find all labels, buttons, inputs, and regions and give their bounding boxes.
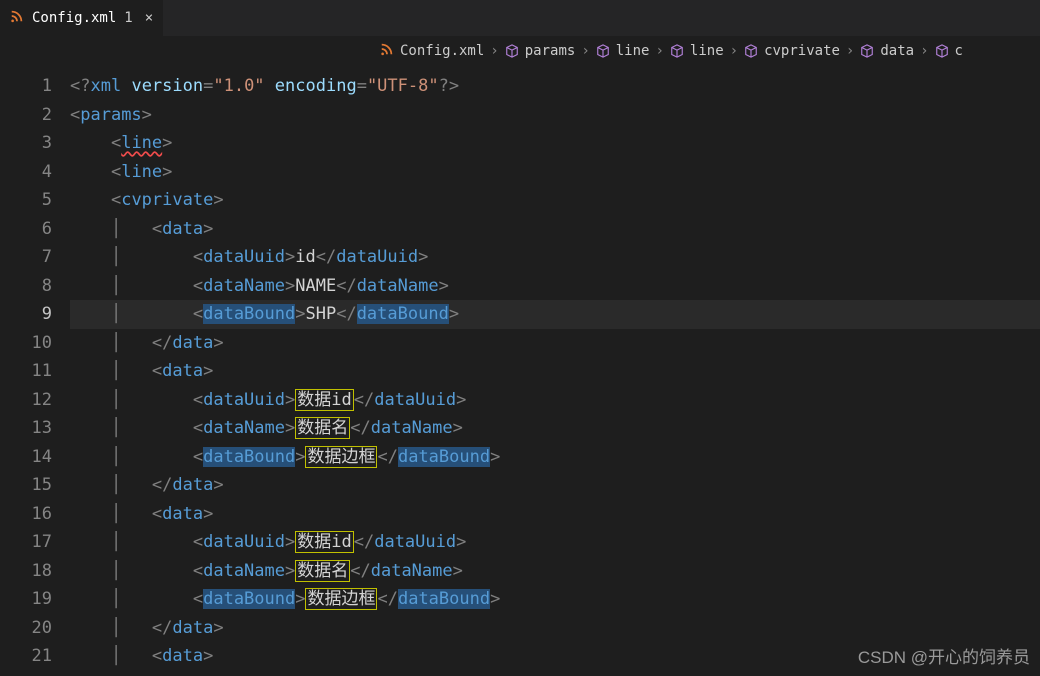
code-line[interactable]: <cvprivate> [70, 186, 1040, 215]
line-number: 15 [0, 471, 52, 500]
line-number: 7 [0, 243, 52, 272]
line-number: 20 [0, 614, 52, 643]
watermark-text: CSDN @开心的饲养员 [858, 643, 1030, 668]
line-number: 12 [0, 386, 52, 415]
code-line[interactable]: │ <data> [70, 500, 1040, 529]
tab-title: Config.xml [32, 10, 116, 26]
code-editor[interactable]: 123456789101112131415161718192021 <?xml … [0, 66, 1040, 676]
code-line[interactable]: │ <dataUuid>数据id</dataUuid> [70, 528, 1040, 557]
cube-icon [935, 44, 949, 58]
line-number-gutter: 123456789101112131415161718192021 [0, 66, 70, 676]
line-number: 11 [0, 357, 52, 386]
line-number: 17 [0, 528, 52, 557]
code-line[interactable]: <line> [70, 129, 1040, 158]
breadcrumb-item[interactable]: line [616, 43, 650, 59]
code-line[interactable]: │ <dataUuid>id</dataUuid> [70, 243, 1040, 272]
code-line[interactable]: │ </data> [70, 329, 1040, 358]
chevron-right-icon: › [730, 43, 738, 59]
breadcrumb[interactable]: Config.xml › params › line › line › cvpr… [0, 36, 1040, 66]
code-line[interactable]: │ <data> [70, 357, 1040, 386]
code-line[interactable]: <params> [70, 101, 1040, 130]
breadcrumb-item[interactable]: params [525, 43, 576, 59]
code-line[interactable]: <?xml version="1.0" encoding="UTF-8"?> [70, 72, 1040, 101]
code-line[interactable]: <line> [70, 158, 1040, 187]
tab-bar: Config.xml 1 × [0, 0, 1040, 36]
code-line[interactable]: │ <dataName>数据名</dataName> [70, 557, 1040, 586]
breadcrumb-item[interactable]: data [880, 43, 914, 59]
code-line[interactable]: │ <dataBound>数据边框</dataBound> [70, 443, 1040, 472]
tab-modified-indicator: 1 [124, 10, 132, 26]
cube-icon [505, 44, 519, 58]
line-number: 21 [0, 642, 52, 671]
line-number: 19 [0, 585, 52, 614]
breadcrumb-item[interactable]: line [690, 43, 724, 59]
line-number: 13 [0, 414, 52, 443]
chevron-right-icon: › [655, 43, 663, 59]
code-line[interactable]: │ <dataBound>数据边框</dataBound> [70, 585, 1040, 614]
line-number: 18 [0, 557, 52, 586]
code-line[interactable]: │ <dataBound>SHP</dataBound> [70, 300, 1040, 329]
line-number: 16 [0, 500, 52, 529]
line-number: 3 [0, 129, 52, 158]
chevron-right-icon: › [581, 43, 589, 59]
rss-icon [10, 9, 24, 27]
line-number: 6 [0, 215, 52, 244]
code-line[interactable]: │ <dataName>NAME</dataName> [70, 272, 1040, 301]
breadcrumb-item[interactable]: c [955, 43, 963, 59]
breadcrumb-item[interactable]: cvprivate [764, 43, 840, 59]
cube-icon [596, 44, 610, 58]
breadcrumb-file[interactable]: Config.xml [400, 43, 484, 59]
line-number: 14 [0, 443, 52, 472]
code-line[interactable]: │ <dataUuid>数据id</dataUuid> [70, 386, 1040, 415]
code-area[interactable]: <?xml version="1.0" encoding="UTF-8"?><p… [70, 66, 1040, 676]
chevron-right-icon: › [920, 43, 928, 59]
code-line[interactable]: │ </data> [70, 471, 1040, 500]
line-number: 9 [0, 300, 52, 329]
code-line[interactable]: │ <dataName>数据名</dataName> [70, 414, 1040, 443]
chevron-right-icon: › [846, 43, 854, 59]
line-number: 4 [0, 158, 52, 187]
line-number: 10 [0, 329, 52, 358]
close-icon[interactable]: × [145, 10, 153, 26]
rss-icon [380, 42, 394, 60]
code-line[interactable]: │ <data> [70, 215, 1040, 244]
line-number: 8 [0, 272, 52, 301]
chevron-right-icon: › [490, 43, 498, 59]
code-line[interactable]: │ </data> [70, 614, 1040, 643]
line-number: 5 [0, 186, 52, 215]
line-number: 2 [0, 101, 52, 130]
line-number: 1 [0, 72, 52, 101]
cube-icon [860, 44, 874, 58]
cube-icon [744, 44, 758, 58]
editor-tab[interactable]: Config.xml 1 × [0, 0, 163, 36]
cube-icon [670, 44, 684, 58]
